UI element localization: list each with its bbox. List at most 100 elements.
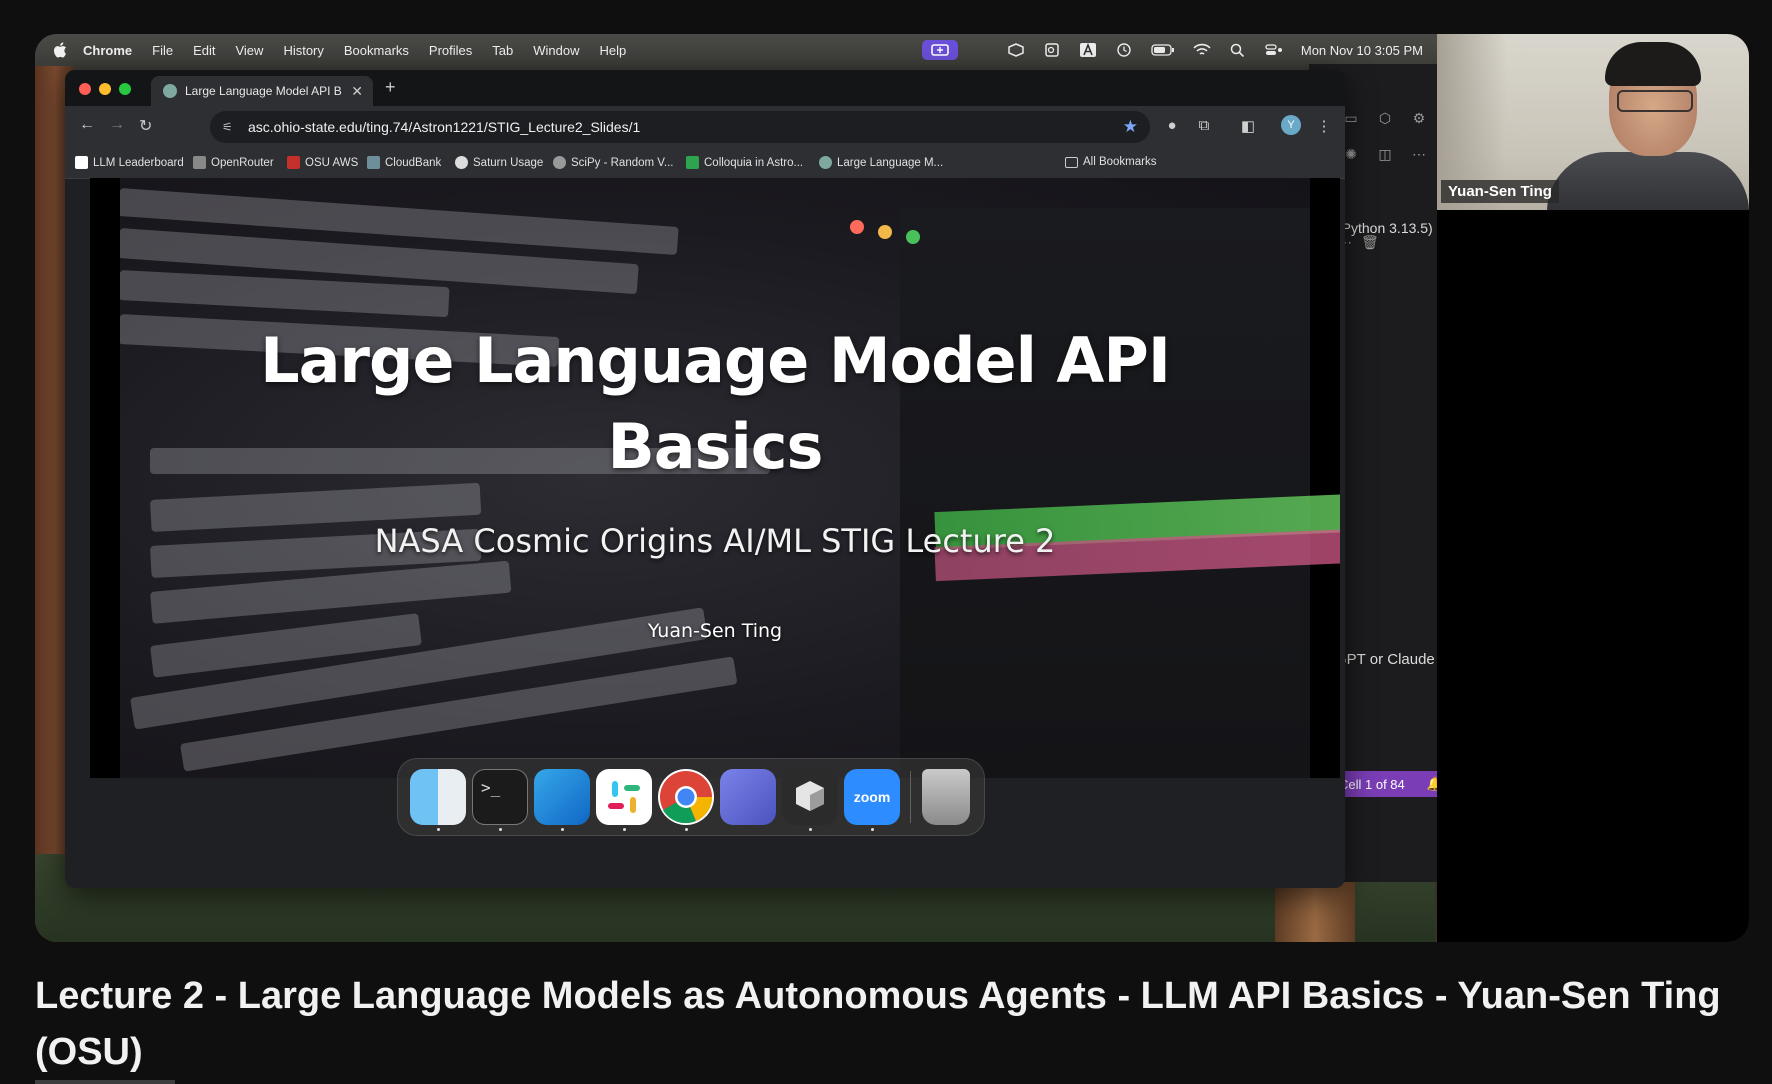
tab-title: Large Language Model API B bbox=[185, 84, 342, 98]
box-icon[interactable] bbox=[1007, 43, 1025, 57]
control-center-icon[interactable] bbox=[1265, 43, 1283, 57]
outlook-icon[interactable] bbox=[534, 769, 590, 825]
wifi-icon[interactable] bbox=[1193, 43, 1211, 57]
clock-icon[interactable] bbox=[1115, 43, 1133, 57]
cube-icon[interactable]: ⬡ bbox=[1377, 110, 1393, 126]
battery-icon[interactable] bbox=[1151, 43, 1175, 57]
teams-icon[interactable] bbox=[720, 769, 776, 825]
speaker-name-tag: Yuan-Sen Ting bbox=[1441, 180, 1559, 203]
macos-menu-bar: Chrome File Edit View History Bookmarks … bbox=[35, 34, 1437, 66]
title-underline bbox=[35, 1080, 175, 1084]
cloud-icon bbox=[367, 156, 380, 169]
menu-bar-clock[interactable]: Mon Nov 10 3:05 PM bbox=[1301, 43, 1423, 58]
tab-strip: Large Language Model API B ✕ + bbox=[65, 70, 1345, 106]
more-icon[interactable]: ⋯ bbox=[1411, 146, 1427, 162]
slide-subtitle: NASA Cosmic Origins AI/ML STIG Lecture 2 bbox=[374, 522, 1056, 560]
chrome-icon[interactable] bbox=[658, 769, 714, 825]
bookmark-label: Saturn Usage bbox=[473, 156, 544, 169]
slide-viewport[interactable]: Large Language Model API Basics NASA Cos… bbox=[90, 178, 1340, 778]
bookmark-label: Colloquia in Astro... bbox=[704, 156, 804, 169]
screen-share-icon[interactable] bbox=[922, 40, 958, 60]
menu-profiles[interactable]: Profiles bbox=[429, 43, 472, 58]
bookmarks-bar: LLM Leaderboard OpenRouter OSU AWS Cloud… bbox=[65, 148, 1345, 179]
gear-icon[interactable]: ⚙ bbox=[1411, 110, 1427, 126]
slide-title-line2: Basics bbox=[607, 410, 824, 483]
bookmark-label: SciPy - Random V... bbox=[571, 156, 674, 169]
bookmark-label: OpenRouter bbox=[211, 156, 274, 169]
dock-running-indicator bbox=[623, 828, 626, 831]
apple-icon[interactable] bbox=[53, 42, 67, 58]
a-icon[interactable] bbox=[1079, 43, 1097, 57]
speaker-hair bbox=[1605, 42, 1701, 86]
menu-edit[interactable]: Edit bbox=[193, 43, 215, 58]
trash-icon[interactable] bbox=[922, 769, 970, 825]
reload-button[interactable]: ↻ bbox=[139, 116, 152, 136]
menu-file[interactable]: File bbox=[152, 43, 173, 58]
bookmark-large-language[interactable]: Large Language M... bbox=[819, 156, 943, 169]
zoom-icon[interactable]: zoom bbox=[844, 769, 900, 825]
split-editor-icon[interactable]: ◫ bbox=[1377, 146, 1393, 162]
bookmark-label: LLM Leaderboard bbox=[93, 156, 184, 169]
delete-cell-icon[interactable]: 🗑 bbox=[1361, 234, 1379, 250]
forward-button[interactable]: → bbox=[109, 116, 125, 134]
address-bar[interactable]: ⚟ asc.ohio-state.edu/ting.74/Astron1221/… bbox=[210, 111, 1150, 143]
finder-icon[interactable] bbox=[410, 769, 466, 825]
bookmark-llm-leaderboard[interactable]: LLM Leaderboard bbox=[75, 156, 184, 169]
bookmark-star-icon[interactable]: ★ bbox=[1123, 117, 1138, 137]
maximize-window-button[interactable] bbox=[119, 83, 131, 95]
slide-bg-dot-green bbox=[906, 230, 920, 244]
openai-icon[interactable]: ✺ bbox=[1343, 146, 1359, 162]
scipy-icon bbox=[553, 156, 566, 169]
back-button[interactable]: ← bbox=[79, 116, 95, 134]
reading-mode-icon[interactable]: ◧ bbox=[1239, 117, 1257, 135]
outlook-icon[interactable] bbox=[1043, 43, 1061, 57]
bookmark-label: Large Language M... bbox=[837, 156, 944, 169]
all-bookmarks-button[interactable]: All Bookmarks bbox=[1065, 156, 1157, 168]
notebook-text: GPT or Claude : bbox=[1335, 650, 1435, 690]
globe-icon bbox=[819, 156, 832, 169]
close-tab-icon[interactable]: ✕ bbox=[351, 83, 363, 100]
folder-icon bbox=[1065, 156, 1078, 168]
url-text[interactable]: asc.ohio-state.edu/ting.74/Astron1221/ST… bbox=[248, 119, 640, 135]
bookmark-cloudbank[interactable]: CloudBank bbox=[367, 156, 441, 169]
menu-chrome[interactable]: Chrome bbox=[83, 43, 132, 58]
slide-background: Large Language Model API Basics NASA Cos… bbox=[120, 178, 1340, 778]
bookmark-colloquia[interactable]: Colloquia in Astro... bbox=[686, 156, 803, 169]
macos-dock: >_ zoom bbox=[397, 758, 985, 836]
tab-active[interactable]: Large Language Model API B ✕ bbox=[151, 76, 373, 106]
aws-icon bbox=[287, 156, 300, 169]
terminal-icon[interactable]: >_ bbox=[472, 769, 528, 825]
dock-divider bbox=[910, 771, 911, 823]
bookmark-osu-aws[interactable]: OSU AWS bbox=[287, 156, 358, 169]
menu-help[interactable]: Help bbox=[600, 43, 627, 58]
menu-history[interactable]: History bbox=[283, 43, 323, 58]
minimize-window-button[interactable] bbox=[99, 83, 111, 95]
menu-bookmarks[interactable]: Bookmarks bbox=[344, 43, 409, 58]
new-tab-button[interactable]: + bbox=[385, 77, 396, 98]
menu-window[interactable]: Window bbox=[533, 43, 579, 58]
bookmark-openrouter[interactable]: OpenRouter bbox=[193, 156, 274, 169]
speaker-body bbox=[1547, 152, 1749, 210]
video-frame[interactable]: Chrome File Edit View History Bookmarks … bbox=[35, 34, 1749, 942]
menu-tab[interactable]: Tab bbox=[492, 43, 513, 58]
layout-panel-icon[interactable]: ▭ bbox=[1343, 110, 1359, 126]
video-title[interactable]: Lecture 2 - Large Language Models as Aut… bbox=[35, 968, 1735, 1080]
menu-view[interactable]: View bbox=[235, 43, 263, 58]
cell-status: Cell 1 of 84 bbox=[1339, 776, 1405, 792]
extension-icon[interactable]: ● bbox=[1163, 117, 1181, 135]
cube-app-icon[interactable] bbox=[782, 769, 838, 825]
bookmark-scipy[interactable]: SciPy - Random V... bbox=[553, 156, 673, 169]
speaker-glasses bbox=[1617, 90, 1693, 112]
a-logo-icon bbox=[75, 156, 88, 169]
dock-running-indicator bbox=[685, 828, 688, 831]
site-info-icon[interactable]: ⚟ bbox=[222, 120, 236, 134]
bookmark-saturn-usage[interactable]: Saturn Usage bbox=[455, 156, 543, 169]
browser-menu-icon[interactable]: ⋮ bbox=[1315, 117, 1333, 135]
dock-running-indicator bbox=[809, 828, 812, 831]
profile-avatar[interactable]: Y bbox=[1281, 115, 1301, 135]
search-icon[interactable] bbox=[1229, 43, 1247, 57]
browser-toolbar: ← → ↻ ⚟ asc.ohio-state.edu/ting.74/Astro… bbox=[65, 106, 1345, 148]
close-window-button[interactable] bbox=[79, 83, 91, 95]
extensions-puzzle-icon[interactable]: ⧉ bbox=[1195, 117, 1213, 135]
slack-icon[interactable] bbox=[596, 769, 652, 825]
